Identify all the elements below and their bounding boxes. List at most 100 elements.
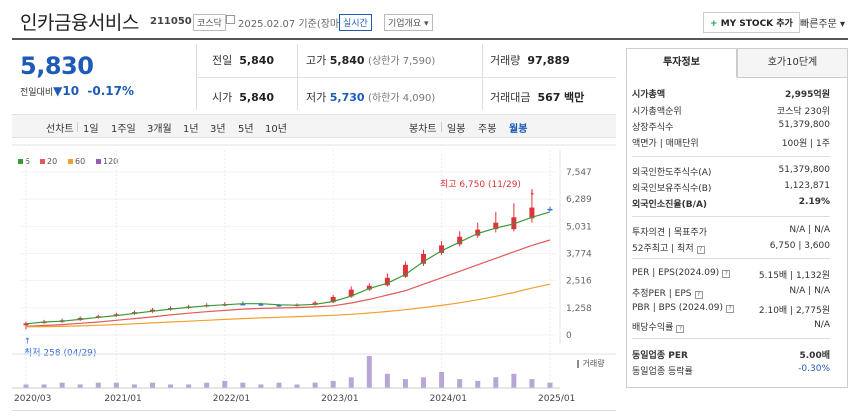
volume-bar (113, 382, 119, 388)
info-label: 외국인한도주식수(A) (632, 168, 712, 178)
help-icon[interactable]: ? (696, 246, 705, 254)
info-label: 배당수익률 (632, 323, 674, 333)
info-label: 52주최고 | 최저 (632, 244, 694, 254)
volume-bar (366, 356, 372, 388)
info-value: 5.15배 | 1,132원 (758, 271, 830, 281)
divider (632, 338, 830, 339)
info-label: 투자의견 | 목표주가 (632, 228, 707, 238)
y-tick-label: 7,547 (566, 168, 592, 178)
volume-bar (330, 380, 336, 388)
volume-bar (168, 384, 174, 388)
x-tick-label: 2024/01 (430, 394, 467, 404)
info-value: 2,995억원 (784, 90, 830, 100)
info-row-per-eps: PER | EPS(2024.09)? 5.15배 | 1,132원 (632, 268, 830, 281)
y-tick-label: 0 (566, 331, 572, 341)
divider (632, 258, 830, 259)
volume-bar (348, 377, 354, 388)
divider (632, 216, 830, 217)
volume-bar (131, 384, 137, 388)
info-row-investment-opinion: 투자의견 | 목표주가 N/A | N/A (632, 225, 830, 238)
volume-bar (402, 379, 408, 388)
volume-bar (547, 382, 553, 388)
plus-icon: + (710, 19, 721, 29)
volume-bar (77, 384, 83, 388)
info-value: 코스닥 230위 (776, 107, 830, 117)
volume-label: ‖ 거래량 (576, 358, 605, 368)
my-stock-button[interactable]: + MY STOCK 추가 (703, 12, 800, 33)
info-row-foreign-exhaustion: 외국인소진율(B/A) 2.19% (632, 197, 830, 210)
volume-bar (23, 384, 29, 388)
info-label: 외국인보유주식수(B) (632, 184, 712, 194)
volume-bar (421, 377, 427, 388)
volume-bar (475, 380, 481, 388)
info-value: 100원 | 1주 (781, 139, 830, 149)
info-value: 2.19% (798, 197, 830, 207)
volume-bar (240, 382, 246, 388)
ma-line-20 (25, 239, 551, 327)
info-value: -0.30% (798, 364, 830, 374)
up-arrow-icon: ↑ (24, 336, 31, 345)
info-value: N/A | N/A (789, 225, 830, 235)
x-tick-label: 2025/01 (538, 394, 575, 404)
volume-bar (186, 384, 192, 388)
y-tick-label: 1,258 (566, 304, 592, 314)
volume-bar (276, 382, 282, 388)
info-value: 51,379,800 (778, 165, 830, 175)
info-value: 5.00배 (799, 351, 831, 361)
volume-bar (222, 380, 228, 388)
info-value: 51,379,800 (778, 120, 830, 130)
tab-order-book[interactable]: 호가10단계 (737, 48, 848, 78)
info-row-est-per-eps: 추정PER | EPS? N/A | N/A (632, 286, 830, 299)
volume-bar (312, 382, 318, 388)
candle-body (547, 208, 553, 211)
down-arrow-icon: ↓ (529, 188, 536, 197)
info-row-pbr-bps: PBR | BPS (2024.09)? 2.10배 | 2,775원 (632, 303, 830, 316)
volume-bar (294, 384, 300, 388)
x-tick-label: 2020/03 (14, 394, 51, 404)
price-chart[interactable]: 7,547 6,289 5,031 3,774 2,516 1,258 0 2020/03 20… (0, 0, 620, 417)
info-label: 동일업종 PER (632, 351, 688, 361)
y-tick-label: 6,289 (566, 195, 592, 205)
info-value: N/A (814, 320, 830, 330)
info-row-foreign-limit: 외국인한도주식수(A) 51,379,800 (632, 165, 830, 178)
volume-bar (529, 379, 535, 388)
info-value: 6,750 | 3,600 (769, 241, 830, 251)
info-value: 2.10배 | 2,775원 (758, 306, 830, 316)
quick-order-button[interactable]: 빠른주문 ▾ (800, 15, 845, 30)
help-icon[interactable]: ? (676, 325, 685, 333)
help-icon[interactable]: ? (726, 305, 735, 313)
help-icon[interactable]: ? (722, 270, 731, 278)
y-tick-label: 3,774 (566, 250, 592, 260)
volume-bar (95, 382, 101, 388)
tab-invest-info[interactable]: 투자정보 (626, 48, 737, 78)
info-row-market-cap: 시가총액 2,995억원 (632, 87, 830, 100)
volume-bar (149, 382, 155, 388)
y-tick-label: 5,031 (566, 222, 592, 232)
info-value: 1,123,871 (784, 181, 830, 191)
volume-bar (41, 384, 47, 388)
volume-bar (258, 384, 264, 388)
volume-bar (511, 373, 517, 388)
info-value: N/A | N/A (789, 286, 830, 296)
info-row-market-cap-rank: 시가총액순위 코스닥 230위 (632, 104, 830, 117)
x-tick-label: 2023/01 (321, 394, 358, 404)
volume-bar (384, 373, 390, 388)
info-row-par-value: 액면가 | 매매단위 100원 | 1주 (632, 136, 830, 149)
volume-bar (493, 377, 499, 388)
info-label: 시가총액 (632, 90, 666, 100)
info-label: 액면가 | 매매단위 (632, 139, 699, 149)
high-annotation: 최고 6,750 (11/29) (440, 179, 521, 190)
help-icon[interactable]: ? (694, 291, 703, 299)
info-label: PER | EPS(2024.09) (632, 268, 720, 278)
low-annotation: 최저 258 (04/29) (24, 347, 96, 358)
info-label: 상장주식수 (632, 123, 674, 133)
info-label: PBR | BPS (2024.09) (632, 303, 724, 313)
info-row-52w-high-low: 52주최고 | 최저? 6,750 | 3,600 (632, 241, 830, 254)
volume-bar (439, 372, 445, 388)
x-tick-label: 2022/01 (213, 394, 250, 404)
info-row-industry-change: 동일업종 등락률 -0.30% (632, 364, 830, 377)
info-row-industry-per: 동일업종 PER 5.00배 (632, 348, 830, 361)
info-row-listed-shares: 상장주식수 51,379,800 (632, 120, 830, 133)
info-label: 외국인소진율(B/A) (632, 200, 708, 210)
x-tick-label: 2021/01 (104, 394, 141, 404)
